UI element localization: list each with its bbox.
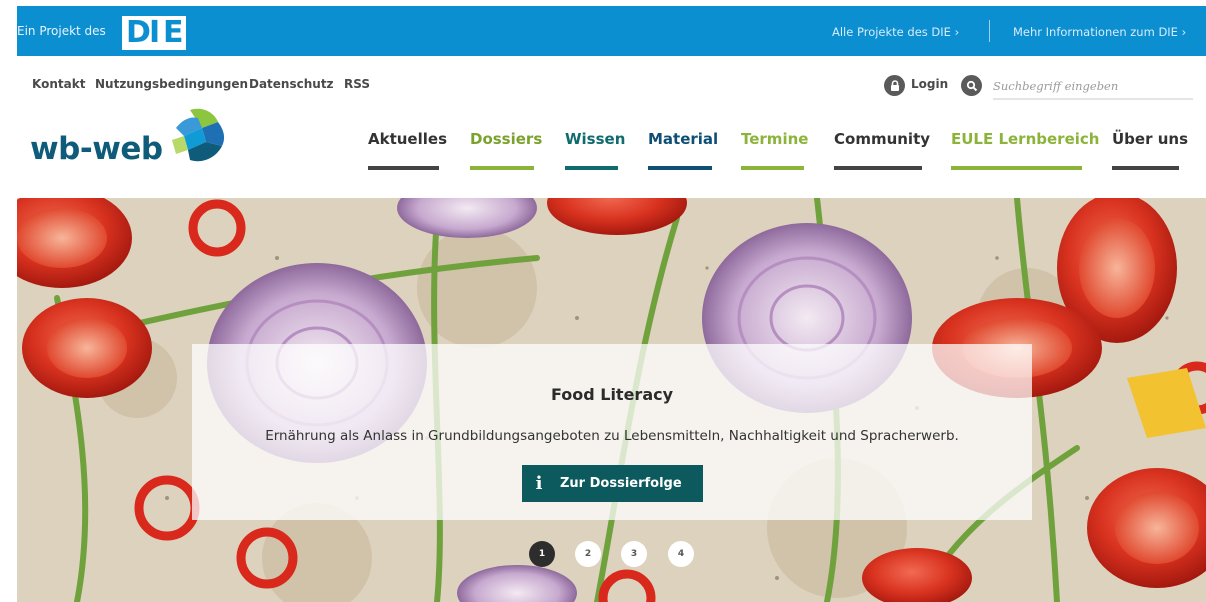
rss-link[interactable]: RSS: [344, 77, 370, 91]
hero-title: Food Literacy: [550, 385, 674, 404]
nav-underline: [741, 166, 804, 170]
nav-ueber-uns[interactable]: Über uns: [1112, 130, 1188, 175]
nav-label: Termine: [741, 130, 809, 148]
nav-label: EULE Lernbereich: [951, 130, 1100, 148]
nav-label: Dossiers: [470, 130, 543, 148]
nav-label: Über uns: [1112, 130, 1188, 148]
lock-icon[interactable]: [884, 75, 905, 96]
nav-underline: [368, 166, 439, 170]
topbar-divider: [989, 20, 990, 42]
nav-termine[interactable]: Termine: [741, 130, 809, 175]
slide-dot-3[interactable]: 3: [621, 541, 647, 567]
nav-wissen[interactable]: Wissen: [565, 130, 626, 175]
hero-description: Ernährung als Anlass in Grundbildungsang…: [265, 428, 959, 444]
wb-web-logo-mark-icon[interactable]: [172, 106, 228, 166]
nav-dossiers[interactable]: Dossiers: [470, 130, 543, 175]
zur-dossierfolge-button[interactable]: i Zur Dossierfolge: [522, 465, 703, 502]
login-link[interactable]: Login: [911, 77, 948, 91]
search-input[interactable]: [993, 74, 1193, 100]
search-icon[interactable]: [961, 75, 982, 96]
nutzungsbedingungen-link[interactable]: Nutzungsbedingungen: [95, 77, 248, 91]
die-logo[interactable]: D I E: [122, 16, 186, 50]
hero-slider: Food Literacy Ernährung als Anlass in Gr…: [17, 198, 1206, 602]
nav-underline: [1112, 166, 1179, 170]
nav-underline: [470, 166, 534, 170]
slide-dot-2[interactable]: 2: [575, 541, 601, 567]
nav-label: Wissen: [565, 130, 626, 148]
nav-underline: [834, 166, 922, 170]
nav-underline: [648, 166, 712, 170]
info-icon: i: [535, 473, 543, 494]
project-label: Ein Projekt des: [17, 24, 106, 38]
nav-community[interactable]: Community: [834, 130, 931, 175]
wb-web-logo-text[interactable]: wb-web: [30, 131, 163, 167]
top-bar: Ein Projekt des D I E Alle Projekte des …: [17, 6, 1206, 56]
nav-material[interactable]: Material: [648, 130, 719, 175]
hero-caption-box: Food Literacy Ernährung als Anlass in Gr…: [192, 344, 1032, 520]
nav-underline: [951, 166, 1082, 170]
nav-aktuelles[interactable]: Aktuelles: [368, 130, 447, 175]
nav-label: Aktuelles: [368, 130, 447, 148]
nav-underline: [565, 166, 618, 170]
button-label: Zur Dossierfolge: [560, 476, 682, 491]
all-projects-link[interactable]: Alle Projekte des DIE ›: [832, 25, 959, 39]
more-info-link[interactable]: Mehr Informationen zum DIE ›: [1013, 25, 1186, 39]
nav-label: Community: [834, 130, 931, 148]
kontakt-link[interactable]: Kontakt: [32, 77, 85, 91]
nav-eule-lernbereich[interactable]: EULE Lernbereich: [951, 130, 1100, 175]
slide-dot-4[interactable]: 4: [668, 541, 694, 567]
nav-label: Material: [648, 130, 719, 148]
slide-dot-1[interactable]: 1: [529, 541, 555, 567]
datenschutz-link[interactable]: Datenschutz: [249, 77, 334, 91]
